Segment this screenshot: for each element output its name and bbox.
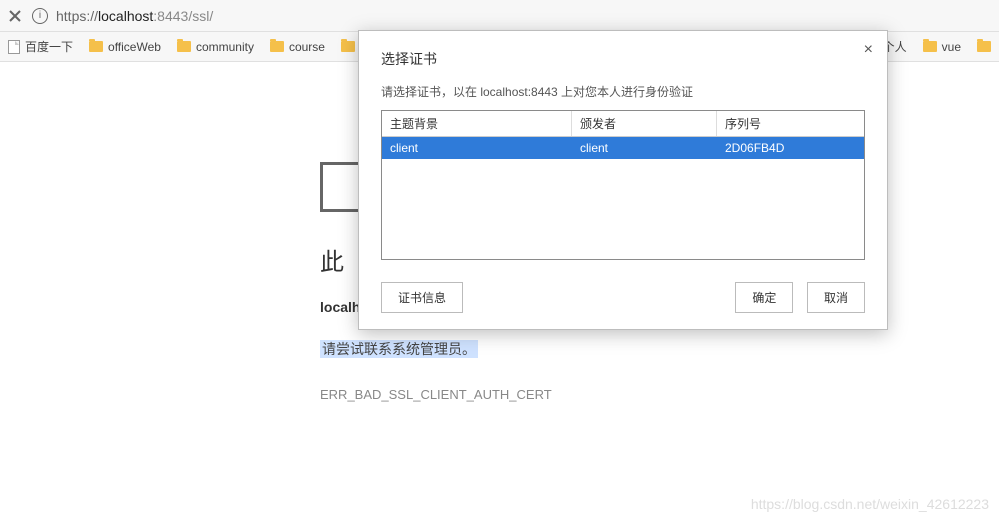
- bookmark-course[interactable]: course: [270, 40, 325, 54]
- watermark: https://blog.csdn.net/weixin_42612223: [751, 496, 989, 512]
- url-port: :8443: [153, 8, 188, 24]
- cert-subject: client: [382, 137, 572, 159]
- close-icon[interactable]: ×: [864, 41, 873, 59]
- cert-issuer: client: [572, 137, 717, 159]
- address-bar: i https://localhost:8443/ssl/: [0, 0, 999, 32]
- cert-serial: 2D06FB4D: [717, 137, 864, 159]
- folder-icon: [341, 41, 355, 52]
- error-admin-line: 请尝试联系系统管理员。: [320, 340, 478, 358]
- bookmark-baidu[interactable]: 百度一下: [8, 38, 73, 55]
- cert-select-dialog: × 选择证书 请选择证书，以在 localhost:8443 上对您本人进行身份…: [358, 30, 888, 330]
- folder-icon: [923, 41, 937, 52]
- col-subject[interactable]: 主题背景: [382, 111, 572, 136]
- col-issuer[interactable]: 颁发者: [572, 111, 717, 136]
- error-code: ERR_BAD_SSL_CLIENT_AUTH_CERT: [320, 387, 999, 402]
- url-field[interactable]: https://localhost:8443/ssl/: [56, 8, 213, 24]
- bookmark-folder-b[interactable]: [977, 41, 991, 52]
- folder-icon: [270, 41, 284, 52]
- page-icon: [8, 40, 20, 54]
- stop-icon[interactable]: [8, 9, 22, 23]
- bookmark-label: course: [289, 40, 325, 54]
- bookmark-officeweb[interactable]: officeWeb: [89, 40, 161, 54]
- url-path: /ssl/: [188, 8, 213, 24]
- dialog-footer: 证书信息 确定 取消: [381, 282, 865, 313]
- bookmark-folder-a[interactable]: [341, 41, 355, 52]
- folder-icon: [89, 41, 103, 52]
- cancel-button[interactable]: 取消: [807, 282, 865, 313]
- bookmark-label: community: [196, 40, 254, 54]
- bookmark-label: 百度一下: [25, 38, 73, 55]
- url-host: localhost: [98, 8, 153, 24]
- dialog-title: 选择证书: [381, 49, 865, 69]
- dialog-subtitle: 请选择证书，以在 localhost:8443 上对您本人进行身份验证: [381, 83, 865, 100]
- bookmark-vue[interactable]: vue: [923, 40, 961, 54]
- ok-button[interactable]: 确定: [735, 282, 793, 313]
- col-serial[interactable]: 序列号: [717, 111, 864, 136]
- bookmark-community[interactable]: community: [177, 40, 254, 54]
- bookmark-label: vue: [942, 40, 961, 54]
- site-info-icon[interactable]: i: [32, 8, 48, 24]
- folder-icon: [977, 41, 991, 52]
- folder-icon: [177, 41, 191, 52]
- cert-info-button[interactable]: 证书信息: [381, 282, 463, 313]
- cert-row-selected[interactable]: client client 2D06FB4D: [382, 137, 864, 159]
- cert-list[interactable]: 主题背景 颁发者 序列号 client client 2D06FB4D: [381, 110, 865, 260]
- bookmark-label: officeWeb: [108, 40, 161, 54]
- url-protocol: https://: [56, 8, 98, 24]
- cert-list-header: 主题背景 颁发者 序列号: [382, 111, 864, 137]
